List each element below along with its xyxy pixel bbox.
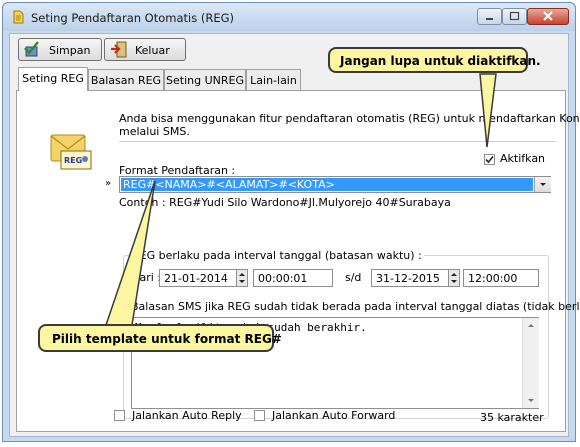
callout-top-pointer: [479, 73, 497, 148]
callout-bottom-pointer: [104, 180, 156, 326]
callout-template-tip: Pilih template untuk format REG#: [38, 324, 282, 352]
callout-aktifkan-tip: Jangan lupa untuk diaktifkan.: [328, 47, 541, 73]
